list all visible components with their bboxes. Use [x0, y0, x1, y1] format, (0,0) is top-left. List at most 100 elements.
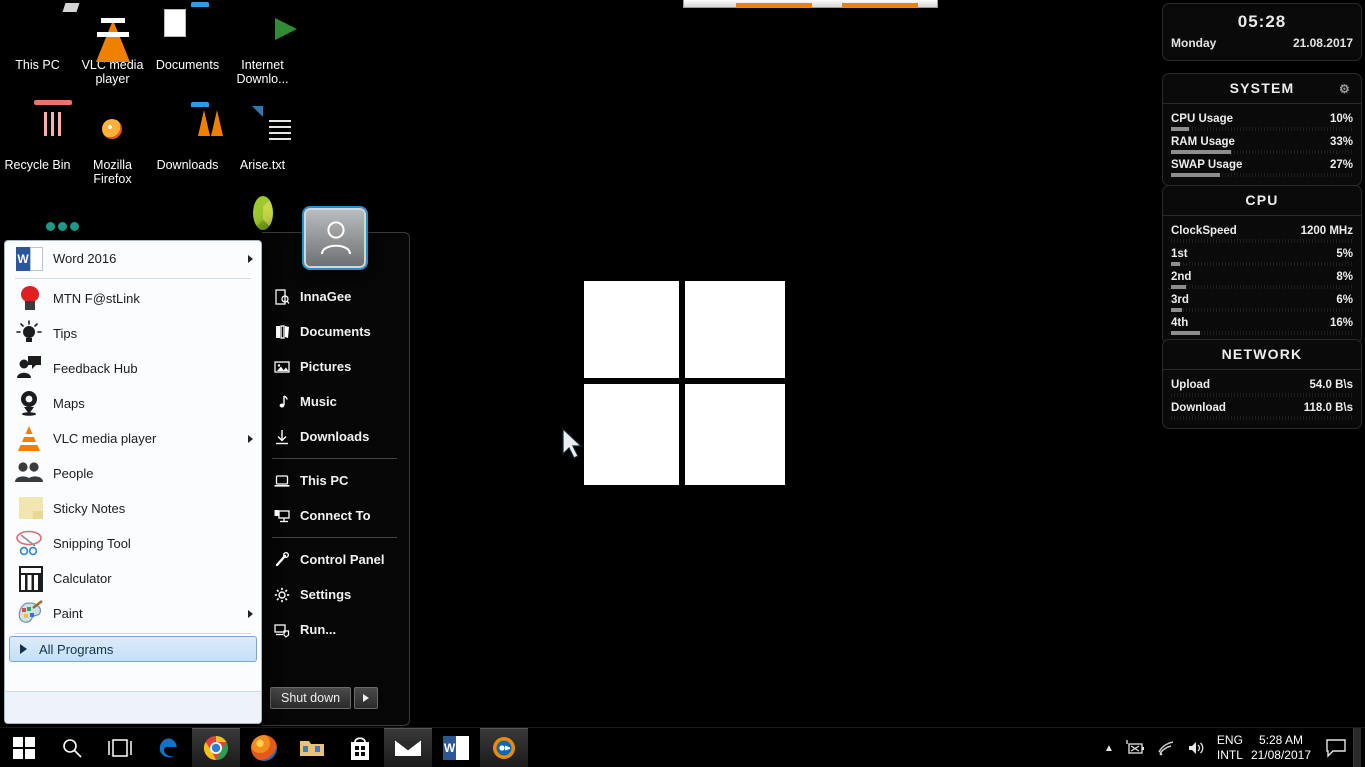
start-item-sticky-notes[interactable]: Sticky Notes: [5, 491, 261, 526]
start-item-word-2016[interactable]: W Word 2016: [5, 241, 261, 276]
start-item-people[interactable]: People: [5, 456, 261, 491]
start-menu-footer: [5, 691, 261, 723]
system-title-label: SYSTEM: [1229, 80, 1295, 96]
desktop-icon-vlc[interactable]: VLC media player: [75, 6, 150, 86]
file-explorer-button[interactable]: [288, 728, 336, 767]
download-arrow-icon: [274, 429, 300, 445]
search-icon: [63, 739, 82, 758]
start-item-calculator[interactable]: Calculator: [5, 561, 261, 596]
chrome-button[interactable]: [192, 728, 240, 767]
start-item-feedback-hub[interactable]: Feedback Hub: [5, 351, 261, 386]
word-button[interactable]: W: [432, 728, 480, 767]
start-item-control-panel[interactable]: Control Panel: [262, 542, 409, 577]
metric-label: SWAP Usage: [1171, 159, 1243, 171]
start-item-connect-to[interactable]: Connect To: [262, 498, 409, 533]
start-button[interactable]: [0, 728, 48, 767]
metric-value: 10%: [1329, 113, 1353, 125]
start-item-run[interactable]: Run...: [262, 612, 409, 647]
store-button[interactable]: [336, 728, 384, 767]
desktop-icon-this-pc[interactable]: This PC: [0, 6, 75, 72]
submenu-arrow-icon: [248, 254, 253, 263]
start-item-tips[interactable]: Tips: [5, 316, 261, 351]
action-center-button[interactable]: [1319, 728, 1353, 767]
connect-to-icon: [274, 508, 300, 524]
camera-button[interactable]: [480, 728, 528, 767]
start-item-settings[interactable]: Settings: [262, 577, 409, 612]
gear-icon[interactable]: ⚙: [1339, 82, 1351, 96]
language-indicator[interactable]: ENG INTL: [1217, 733, 1243, 763]
sticky-notes-icon: [15, 494, 47, 524]
pane-top-left[interactable]: [584, 281, 679, 378]
show-hidden-icons-button[interactable]: ▲: [1104, 743, 1114, 754]
desktop-icon-documents[interactable]: Documents: [150, 6, 225, 72]
start-item-label: Paint: [53, 606, 83, 621]
mail-button[interactable]: [384, 728, 432, 767]
firefox-button[interactable]: [240, 728, 288, 767]
desktop-icon-downloads[interactable]: Downloads: [150, 106, 225, 172]
start-item-label: Music: [300, 394, 337, 409]
documents-folder-icon: [163, 6, 212, 54]
this-pc-icon: [14, 6, 62, 54]
music-note-icon: [274, 394, 300, 410]
desktop-icon-recycle-bin[interactable]: Recycle Bin: [0, 106, 75, 172]
show-desktop-button[interactable]: [1353, 728, 1361, 767]
start-item-paint[interactable]: Paint: [5, 596, 261, 631]
volume-icon[interactable]: [1187, 740, 1207, 756]
start-item-documents[interactable]: Documents: [262, 314, 409, 349]
start-item-label: VLC media player: [53, 431, 157, 446]
metric-row: SWAP Usage 27%: [1171, 154, 1353, 177]
four-pane-window[interactable]: [584, 281, 785, 485]
taskbar-clock[interactable]: 5:28 AM 21/08/2017: [1243, 733, 1319, 763]
wifi-icon[interactable]: [1156, 740, 1176, 756]
pictures-icon: [274, 359, 300, 375]
start-item-label: Snipping Tool: [53, 536, 131, 551]
start-item-maps[interactable]: Maps: [5, 386, 261, 421]
mouse-cursor: [562, 428, 583, 459]
window-tab-2[interactable]: [842, 3, 918, 7]
desktop-icon-firefox[interactable]: Mozilla Firefox: [75, 106, 150, 186]
start-item-snipping-tool[interactable]: Snipping Tool: [5, 526, 261, 561]
start-item-label: Word 2016: [53, 251, 117, 266]
all-programs-label: All Programs: [39, 641, 114, 657]
cpu-widget: CPU ClockSpeed 1200 MHz 1st 5% 2nd 8% 3rd 6%…: [1162, 185, 1362, 344]
start-item-vlc-media-player[interactable]: VLC media player: [5, 421, 261, 456]
start-item-music[interactable]: Music: [262, 384, 409, 419]
start-item-downloads[interactable]: Downloads: [262, 419, 409, 454]
window-tab-1[interactable]: [736, 3, 812, 7]
pane-top-right[interactable]: [685, 281, 785, 378]
shutdown-options-button[interactable]: [354, 687, 379, 709]
battery-icon[interactable]: [1125, 740, 1145, 756]
start-item-innagee[interactable]: InnaGee: [262, 279, 409, 314]
start-item-pictures[interactable]: Pictures: [262, 349, 409, 384]
background-window-edge[interactable]: [683, 0, 938, 8]
start-item-this-pc[interactable]: This PC: [262, 463, 409, 498]
text-file-icon: [239, 106, 291, 154]
system-widget-title: SYSTEM ⚙: [1163, 74, 1361, 103]
start-item-label: Documents: [300, 324, 371, 339]
shutdown-button[interactable]: Shut down: [270, 687, 352, 709]
computer-icon: [274, 473, 300, 489]
task-view-button[interactable]: [96, 728, 144, 767]
vlc-cone-icon: [15, 424, 47, 454]
taskbar-clock-date: 21/08/2017: [1250, 748, 1311, 762]
start-item-mtn-fastlink[interactable]: MTN F@stLink: [5, 281, 261, 316]
start-item-label: Tips: [53, 326, 78, 341]
edge-button[interactable]: [144, 728, 192, 767]
user-avatar[interactable]: [304, 208, 366, 268]
calculator-icon: [15, 564, 47, 594]
desktop-icon-internet-download-manager[interactable]: Internet Downlo...: [225, 6, 300, 86]
metric-value: 8%: [1336, 271, 1353, 283]
firefox-icon: [251, 735, 277, 761]
desktop-icon-arise-txt[interactable]: Arise.txt: [225, 106, 300, 172]
metric-label: Download: [1171, 402, 1226, 414]
action-center-icon: [1326, 739, 1346, 758]
desktop-screen: This PC VLC media player Documents Inter…: [0, 0, 1365, 767]
search-button[interactable]: [48, 728, 96, 767]
clock-time: 05:28: [1237, 12, 1287, 31]
person-icon: [321, 221, 351, 255]
pane-bottom-left[interactable]: [584, 384, 679, 485]
all-programs-button[interactable]: All Programs: [9, 636, 257, 662]
start-item-label: Run...: [300, 622, 337, 637]
pane-bottom-right[interactable]: [685, 384, 785, 485]
language-line-1: ENG: [1216, 733, 1243, 747]
